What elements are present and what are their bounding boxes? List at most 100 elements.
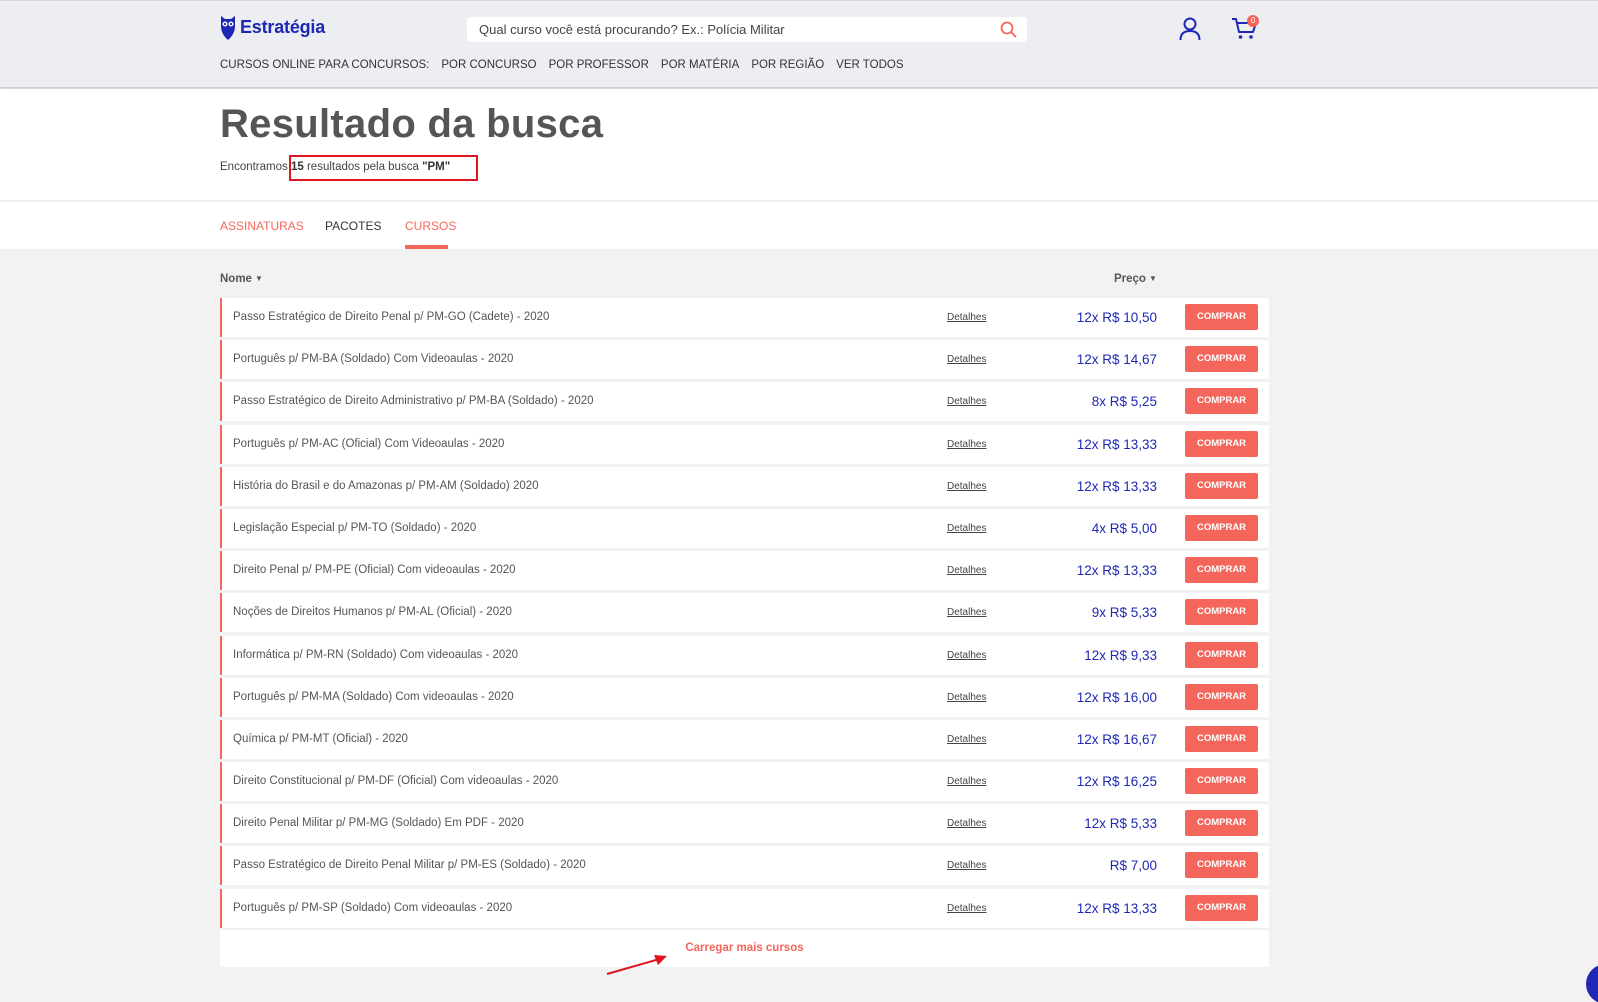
nav-item-por-professor[interactable]: POR PROFESSOR [549, 59, 649, 71]
details-link[interactable]: Detalhes [947, 354, 986, 365]
details-link[interactable]: Detalhes [947, 903, 986, 914]
course-name[interactable]: Química p/ PM-MT (Oficial) - 2020 [233, 733, 408, 745]
course-name[interactable]: Português p/ PM-MA (Soldado) Com videoau… [233, 691, 514, 703]
buy-button[interactable]: COMPRAR [1185, 768, 1258, 795]
course-name[interactable]: Direito Penal Militar p/ PM-MG (Soldado)… [233, 817, 524, 829]
buy-button[interactable]: COMPRAR [1185, 514, 1258, 541]
course-price: R$ 7,00 [1109, 858, 1157, 874]
details-link[interactable]: Detalhes [947, 481, 986, 492]
load-more-bar: Carregar mais cursos [220, 930, 1269, 967]
course-price: 12x R$ 13,33 [1076, 436, 1157, 452]
tab-cursos[interactable]: CURSOS [405, 219, 456, 233]
nav-label: CURSOS ONLINE PARA CONCURSOS: [220, 59, 430, 71]
details-link[interactable]: Detalhes [947, 818, 986, 829]
buy-button[interactable]: COMPRAR [1185, 430, 1258, 457]
course-row: Noções de Direitos Humanos p/ PM-AL (Ofi… [220, 593, 1269, 633]
nav-item-por-materia[interactable]: POR MATÉRIA [661, 59, 739, 71]
course-name[interactable]: Português p/ PM-BA (Soldado) Com Videoau… [233, 353, 513, 365]
course-price: 9x R$ 5,33 [1091, 605, 1157, 621]
course-price: 12x R$ 9,33 [1084, 647, 1157, 663]
details-link[interactable]: Detalhes [947, 734, 986, 745]
course-price: 12x R$ 10,50 [1076, 310, 1157, 325]
details-link[interactable]: Detalhes [947, 565, 986, 576]
result-tabs: ASSINATURAS PACOTES CURSOS [0, 202, 1598, 249]
caret-down-icon: ▼ [254, 274, 263, 283]
search-input[interactable] [479, 22, 979, 37]
course-price: 12x R$ 14,67 [1076, 352, 1157, 368]
search-icon[interactable] [1000, 21, 1017, 38]
buy-button[interactable]: COMPRAR [1185, 641, 1258, 668]
buy-button[interactable]: COMPRAR [1185, 557, 1258, 584]
result-prefix: Encontramos [220, 161, 288, 173]
tab-pacotes[interactable]: PACOTES [325, 219, 381, 233]
course-row: Português p/ PM-AC (Oficial) Com Videoau… [220, 424, 1269, 464]
buy-button[interactable]: COMPRAR [1185, 894, 1258, 921]
details-link[interactable]: Detalhes [947, 439, 986, 450]
caret-down-icon: ▼ [1148, 274, 1157, 283]
nav-item-por-regiao[interactable]: POR REGIÃO [751, 59, 824, 71]
details-link[interactable]: Detalhes [947, 776, 986, 787]
course-row: Passo Estratégico de Direito Penal Milit… [220, 846, 1269, 886]
load-more-button[interactable]: Carregar mais cursos [685, 942, 803, 954]
course-row: História do Brasil e do Amazonas p/ PM-A… [220, 466, 1269, 506]
course-row: Direito Penal p/ PM-PE (Oficial) Com vid… [220, 551, 1269, 591]
course-price: 12x R$ 16,67 [1076, 731, 1157, 747]
logo[interactable]: Estratégia [220, 14, 325, 41]
course-row: Direito Constitucional p/ PM-DF (Oficial… [220, 762, 1269, 802]
course-name[interactable]: Direito Constitucional p/ PM-DF (Oficial… [233, 775, 558, 787]
course-nav: CURSOS ONLINE PARA CONCURSOS: POR CONCUR… [220, 59, 916, 71]
course-name[interactable]: Passo Estratégico de Direito Penal p/ PM… [233, 311, 549, 323]
column-name-label: Nome [220, 273, 252, 285]
sort-by-name[interactable]: Nome ▼ [220, 273, 263, 285]
nav-item-por-concurso[interactable]: POR CONCURSO [441, 59, 536, 71]
details-link[interactable]: Detalhes [947, 692, 986, 703]
course-name[interactable]: Informática p/ PM-RN (Soldado) Com video… [233, 649, 518, 661]
course-name[interactable]: Legislação Especial p/ PM-TO (Soldado) -… [233, 522, 476, 534]
course-name[interactable]: Português p/ PM-SP (Soldado) Com videoau… [233, 902, 512, 914]
course-name[interactable]: Passo Estratégico de Direito Administrat… [233, 395, 594, 407]
details-link[interactable]: Detalhes [947, 650, 986, 661]
course-row: Português p/ PM-SP (Soldado) Com videoau… [220, 888, 1269, 928]
course-name[interactable]: Direito Penal p/ PM-PE (Oficial) Com vid… [233, 564, 516, 576]
user-icon[interactable] [1179, 17, 1201, 41]
buy-button[interactable]: COMPRAR [1185, 852, 1258, 879]
course-row: Passo Estratégico de Direito Administrat… [220, 382, 1269, 422]
details-link[interactable]: Detalhes [947, 396, 986, 407]
owl-logo-icon [221, 16, 235, 40]
buy-button[interactable]: COMPRAR [1185, 725, 1258, 752]
buy-button[interactable]: COMPRAR [1185, 810, 1258, 837]
course-price: 12x R$ 5,33 [1084, 816, 1157, 832]
course-price: 4x R$ 5,00 [1091, 520, 1157, 536]
annotation-arrow-icon [606, 955, 667, 975]
buy-button[interactable]: COMPRAR [1185, 304, 1258, 330]
details-link[interactable]: Detalhes [947, 607, 986, 618]
course-name[interactable]: História do Brasil e do Amazonas p/ PM-A… [233, 480, 539, 492]
tab-assinaturas[interactable]: ASSINATURAS [220, 219, 304, 233]
sort-by-price[interactable]: Preço ▼ [1114, 273, 1157, 285]
buy-button[interactable]: COMPRAR [1185, 346, 1258, 373]
course-row: Legislação Especial p/ PM-TO (Soldado) -… [220, 508, 1269, 548]
active-tab-indicator [405, 245, 448, 249]
site-header: Estratégia 0 CURSOS ONLINE PARA CONCURSO… [0, 0, 1598, 88]
course-price: 12x R$ 13,33 [1076, 478, 1157, 494]
course-row: Química p/ PM-MT (Oficial) - 2020 Detalhe… [220, 719, 1269, 759]
course-price: 12x R$ 16,00 [1076, 689, 1157, 705]
details-link[interactable]: Detalhes [947, 523, 986, 534]
course-price: 12x R$ 16,25 [1076, 774, 1157, 790]
course-name[interactable]: Noções de Direitos Humanos p/ PM-AL (Ofi… [233, 606, 512, 618]
buy-button[interactable]: COMPRAR [1185, 388, 1258, 415]
cart-count-badge: 0 [1247, 15, 1259, 27]
course-name[interactable]: Passo Estratégico de Direito Penal Milit… [233, 859, 586, 871]
result-header: Resultado da busca Encontramos 15 result… [0, 89, 1598, 201]
search-bar [467, 17, 1027, 42]
chat-widget-button[interactable] [1586, 964, 1598, 1002]
buy-button[interactable]: COMPRAR [1185, 683, 1258, 710]
nav-item-ver-todos[interactable]: VER TODOS [836, 59, 903, 71]
details-link[interactable]: Detalhes [947, 860, 986, 871]
course-price: 8x R$ 5,25 [1091, 394, 1157, 410]
course-name[interactable]: Português p/ PM-AC (Oficial) Com Videoau… [233, 438, 504, 450]
buy-button[interactable]: COMPRAR [1185, 472, 1258, 499]
details-link[interactable]: Detalhes [947, 312, 986, 323]
buy-button[interactable]: COMPRAR [1185, 599, 1258, 626]
course-row: Português p/ PM-MA (Soldado) Com videoau… [220, 677, 1269, 717]
